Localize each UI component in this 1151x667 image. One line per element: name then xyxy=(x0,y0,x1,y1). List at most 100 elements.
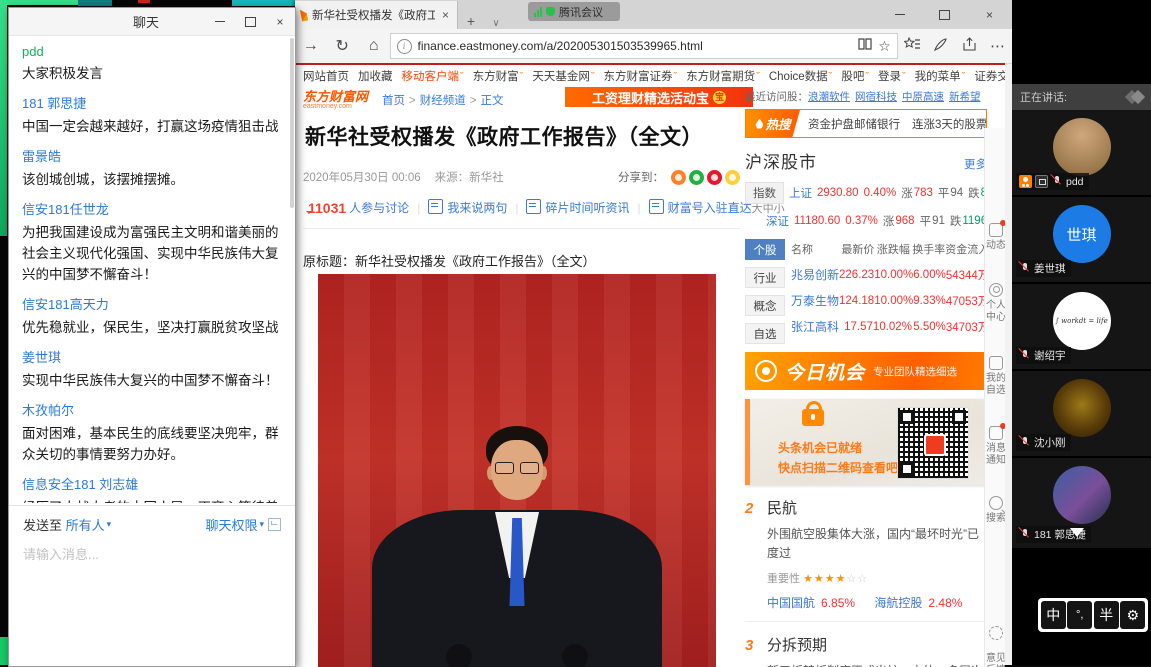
favorites-hub-icon[interactable] xyxy=(898,37,927,56)
nav-choice-data[interactable]: Choice数据 xyxy=(769,68,832,84)
caifuhao-link[interactable]: 财富号入驻直达 xyxy=(649,199,752,216)
mic-muted-icon xyxy=(1019,436,1031,449)
annotate-pen-icon[interactable] xyxy=(926,37,955,56)
chevron-down-icon: ▾ xyxy=(107,519,112,530)
chat-minimize-button[interactable] xyxy=(205,8,235,35)
favorite-star-icon[interactable]: ☆ xyxy=(878,38,891,55)
stock-row[interactable]: 万泰生物 124.18 10.00% 9.33% 47053万 xyxy=(791,291,989,310)
home-button[interactable]: ⌂ xyxy=(358,37,390,55)
nav-home[interactable]: 网站首页 xyxy=(303,68,349,84)
send-to-selector[interactable]: 所有人 xyxy=(66,515,105,534)
chat-scrollbar[interactable] xyxy=(290,38,294,208)
index-tab[interactable]: 指数 xyxy=(745,182,784,204)
nav-guba[interactable]: 股吧 xyxy=(841,68,869,84)
nav-fund[interactable]: 天天基金网 xyxy=(532,68,594,84)
chat-maximize-button[interactable] xyxy=(235,8,265,35)
video-tile[interactable]: 沈小刚 xyxy=(1012,371,1151,458)
float-profile[interactable]: 个人中心 xyxy=(985,283,1005,324)
reading-view-icon[interactable] xyxy=(858,37,872,55)
video-tile[interactable]: 世琪 姜世琪 xyxy=(1012,197,1151,284)
tab-preview-chevron-icon[interactable]: ∨ xyxy=(484,18,508,29)
listen-news-link[interactable]: 碎片时间听资讯 xyxy=(526,199,629,216)
scroll-down-arrow-icon[interactable] xyxy=(1070,528,1084,544)
float-settings[interactable] xyxy=(985,626,1005,643)
share-favorite-icon[interactable] xyxy=(725,170,740,185)
recent-link[interactable]: 中原高速 xyxy=(902,91,944,103)
refresh-button[interactable]: ↻ xyxy=(327,36,359,56)
site-info-icon[interactable]: i xyxy=(397,39,412,54)
float-messages[interactable]: 消息通知 xyxy=(985,426,1005,467)
meeting-chat-window: 聊天 × pdd大家积极发言 181 郭思捷中国一定会越来越好，打赢这场疫情狙击… xyxy=(8,7,296,667)
topic-stock-link[interactable]: 中国国航 xyxy=(767,596,815,610)
share-eastmoney-icon[interactable] xyxy=(671,170,686,185)
tab-stocks[interactable]: 个股 xyxy=(745,239,785,260)
hot-search-box[interactable]: 热搜 资金护盘邮储银行 连涨3天的股票 连涨 xyxy=(745,109,987,138)
chat-permission-selector[interactable]: 聊天权限 xyxy=(205,515,257,534)
new-tab-button[interactable]: + xyxy=(458,13,484,29)
hot-item[interactable]: 连涨3天的股票 xyxy=(912,116,987,132)
close-button[interactable]: × xyxy=(967,0,1012,29)
tencent-meeting-pill[interactable]: 腾讯会议 xyxy=(528,2,620,21)
ime-width-key[interactable]: 半 xyxy=(1094,601,1119,629)
article-source: 来源：新华社 xyxy=(435,169,504,185)
float-search[interactable]: 搜索 xyxy=(985,496,1005,525)
nav-mobile-client[interactable]: 移动客户端 xyxy=(402,68,464,84)
nav-my-menu[interactable]: 我的菜单 xyxy=(915,68,966,84)
share-wechat-icon[interactable] xyxy=(689,170,704,185)
share-icon[interactable] xyxy=(955,37,984,56)
topic-item[interactable]: 3 分拆预期 新三板转板制度正式出炉，立体、多层次的资本市场体系由此贯通，分拆预… xyxy=(745,634,987,667)
video-tile[interactable]: ∫ workdt = life 谢绍宇 xyxy=(1012,284,1151,371)
topic-name[interactable]: 分拆预期 xyxy=(767,634,827,655)
write-comment-link[interactable]: 我来说两句 xyxy=(428,199,507,216)
nav-eastmoney[interactable]: 东方财富 xyxy=(473,68,524,84)
crumb-channel[interactable]: 财经频道 xyxy=(420,95,466,107)
recent-link[interactable]: 浪潮软件 xyxy=(808,91,850,103)
recent-link[interactable]: 网宿科技 xyxy=(855,91,897,103)
tab-industry[interactable]: 行业 xyxy=(745,267,785,288)
ime-punctuation-key[interactable]: °, xyxy=(1067,601,1092,629)
ime-language-key[interactable]: 中 xyxy=(1041,601,1066,629)
topic-item[interactable]: 2 民航 外围航空股集体大涨，国内“最坏时光”已度过 重要性 ★★★★☆☆ 中国… xyxy=(745,497,987,622)
promo-banner[interactable]: 工资理财精选活动宝宝 xyxy=(565,87,753,107)
hot-item[interactable]: 资金护盘邮储银行 xyxy=(808,116,900,132)
photo-glasses xyxy=(495,462,539,472)
chat-close-button[interactable]: × xyxy=(265,8,295,35)
more-options-icon[interactable]: ⋯ xyxy=(983,37,1012,55)
tab-concept[interactable]: 概念 xyxy=(745,295,785,316)
qr-ad-card[interactable]: 头条机会已就绪 快点扫描二维码查看吧！ xyxy=(745,399,987,485)
index-row-sz[interactable]: 深证 11180.60 0.37% 涨968 平91 跌1196 xyxy=(745,213,987,229)
stock-row[interactable]: 兆易创新 226.23 10.00% 6.00% 54344万 xyxy=(791,265,989,284)
recent-link[interactable]: 新希望 xyxy=(949,91,981,103)
video-tile[interactable]: pdd xyxy=(1012,110,1151,197)
topic-name[interactable]: 民航 xyxy=(767,497,797,518)
index-row-sh[interactable]: 指数 上证 2930.80 0.40% 涨783 平94 跌820 xyxy=(745,182,987,204)
nav-login[interactable]: 登录 xyxy=(878,68,906,84)
stock-row[interactable]: 张江高科 17.57 10.02% 5.50% 34703万 xyxy=(791,317,989,336)
browser-tab[interactable]: 新华社受权播发《政府工 × xyxy=(295,1,458,29)
float-watchlist[interactable]: 我的自选 xyxy=(985,356,1005,397)
maximize-button[interactable] xyxy=(922,0,967,29)
nav-stock-trade[interactable]: 证券交易 xyxy=(974,68,1005,84)
share-weibo-icon[interactable] xyxy=(707,170,722,185)
comment-count[interactable]: 11031 xyxy=(308,200,346,216)
tab-watchlist[interactable]: 自选 xyxy=(745,323,785,344)
nav-securities[interactable]: 东方财富证券 xyxy=(604,68,678,84)
crumb-home[interactable]: 首页 xyxy=(382,95,405,107)
today-opportunity-banner[interactable]: 今日机会 专业团队精选细选 xyxy=(745,352,987,390)
address-bar[interactable]: i finance.eastmoney.com/a/20200530150353… xyxy=(390,33,898,59)
minimize-button[interactable] xyxy=(877,0,922,29)
float-dynamic[interactable]: 动态 xyxy=(985,223,1005,252)
ime-settings-key[interactable]: ⚙ xyxy=(1120,601,1145,629)
tab-close-icon[interactable]: × xyxy=(440,8,451,22)
topic-stock-link[interactable]: 海航控股 xyxy=(874,596,922,610)
popout-icon[interactable] xyxy=(268,518,281,531)
forward-button[interactable]: → xyxy=(295,37,327,55)
participant-name: 姜世琪 xyxy=(1034,261,1066,276)
url-text[interactable]: finance.eastmoney.com/a/2020053015035399… xyxy=(418,39,853,53)
chat-message-list[interactable]: pdd大家积极发言 181 郭思捷中国一定会越来越好，打赢这场疫情狙击战 雷景皓… xyxy=(9,36,295,503)
nav-futures[interactable]: 东方财富期货 xyxy=(686,68,760,84)
eastmoney-logo[interactable]: 东方财富网 eastmoney.com xyxy=(303,90,368,110)
nav-bookmark[interactable]: 加收藏 xyxy=(358,68,393,84)
comment-count-suffix[interactable]: 人参与讨论 xyxy=(349,199,409,216)
chat-input[interactable]: 请输入消息... xyxy=(23,544,281,563)
